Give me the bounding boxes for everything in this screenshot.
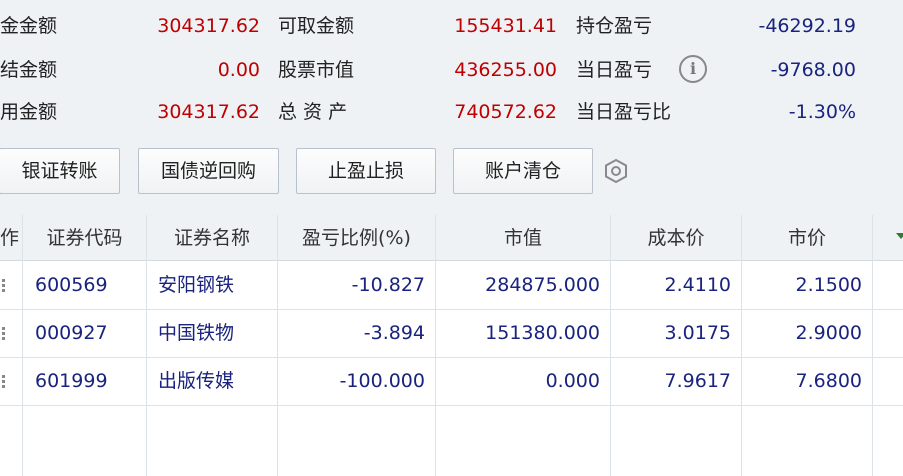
row-divider: [0, 405, 903, 406]
column-filter-icon[interactable]: [896, 233, 903, 243]
security-name: 安阳钢铁: [158, 274, 235, 296]
column-header-market-price[interactable]: 市价: [742, 215, 872, 261]
column-header-code[interactable]: 证券代码: [23, 215, 146, 261]
position-pl-label: 持仓盈亏: [576, 15, 653, 37]
column-divider: [872, 215, 873, 476]
market-value: 151380.000: [485, 322, 600, 344]
market-value: 284875.000: [485, 274, 600, 296]
cost-price: 7.9617: [664, 370, 731, 392]
stock-value-value: 436255.00: [454, 59, 557, 81]
market-price: 7.6800: [795, 370, 862, 392]
available-funds-label: 用金额: [0, 101, 58, 123]
column-divider: [610, 215, 611, 476]
bank-transfer-button[interactable]: 银证转账: [0, 148, 120, 194]
row-drag-handle[interactable]: [0, 357, 8, 405]
security-name: 中国铁物: [158, 322, 235, 344]
row-drag-handle[interactable]: [0, 309, 8, 357]
pl-ratio: -10.827: [351, 274, 425, 296]
column-header-name[interactable]: 证券名称: [147, 215, 277, 261]
market-price: 2.9000: [795, 322, 862, 344]
total-funds-value: 304317.62: [157, 15, 260, 37]
column-divider: [146, 215, 147, 476]
pl-ratio: -100.000: [339, 370, 425, 392]
withdrawable-label: 可取金额: [278, 15, 355, 37]
reverse-repo-button[interactable]: 国债逆回购: [138, 148, 279, 194]
clear-account-button[interactable]: 账户清仓: [453, 148, 593, 194]
pl-ratio: -3.894: [363, 322, 425, 344]
total-assets-label: 总 资 产: [278, 101, 348, 123]
frozen-funds-value: 0.00: [217, 59, 260, 81]
cost-price: 3.0175: [664, 322, 731, 344]
daily-pl-ratio-value: -1.30%: [788, 101, 856, 123]
daily-pl-label: 当日盈亏: [576, 59, 653, 81]
daily-pl-ratio-label: 当日盈亏比: [576, 101, 672, 123]
available-funds-value: 304317.62: [157, 101, 260, 123]
table-header: 作 证券代码 证券名称 盈亏比例(%) 市值 成本价 市价: [0, 215, 903, 261]
column-header-action[interactable]: 作: [0, 215, 22, 261]
holdings-table: 作 证券代码 证券名称 盈亏比例(%) 市值 成本价 市价 600569 安阳钢…: [0, 215, 903, 476]
column-header-pl-ratio[interactable]: 盈亏比例(%): [278, 215, 435, 261]
market-price: 2.1500: [795, 274, 862, 296]
column-header-cost-price[interactable]: 成本价: [611, 215, 741, 261]
security-code: 600569: [35, 274, 108, 296]
total-funds-label: 金金额: [0, 15, 58, 37]
security-code: 000927: [35, 322, 108, 344]
withdrawable-value: 155431.41: [454, 15, 557, 37]
security-name: 出版传媒: [158, 370, 235, 392]
stop-profit-loss-button[interactable]: 止盈止损: [296, 148, 436, 194]
frozen-funds-label: 结金额: [0, 59, 58, 81]
info-icon[interactable]: i: [679, 55, 707, 83]
total-assets-value: 740572.62: [454, 101, 557, 123]
row-drag-handle[interactable]: [0, 261, 8, 309]
daily-pl-value: -9768.00: [770, 59, 856, 81]
column-divider: [22, 215, 23, 476]
stock-value-label: 股票市值: [278, 59, 355, 81]
cost-price: 2.4110: [664, 274, 731, 296]
column-divider: [277, 215, 278, 476]
market-value: 0.000: [545, 370, 600, 392]
settings-hexagon-icon[interactable]: [603, 158, 629, 184]
column-header-market-value[interactable]: 市值: [436, 215, 610, 261]
column-divider: [435, 215, 436, 476]
column-divider: [741, 215, 742, 476]
account-summary-panel: 金金额 304317.62 可取金额 155431.41 持仓盈亏 -46292…: [0, 0, 903, 215]
position-pl-value: -46292.19: [758, 15, 856, 37]
security-code: 601999: [35, 370, 108, 392]
